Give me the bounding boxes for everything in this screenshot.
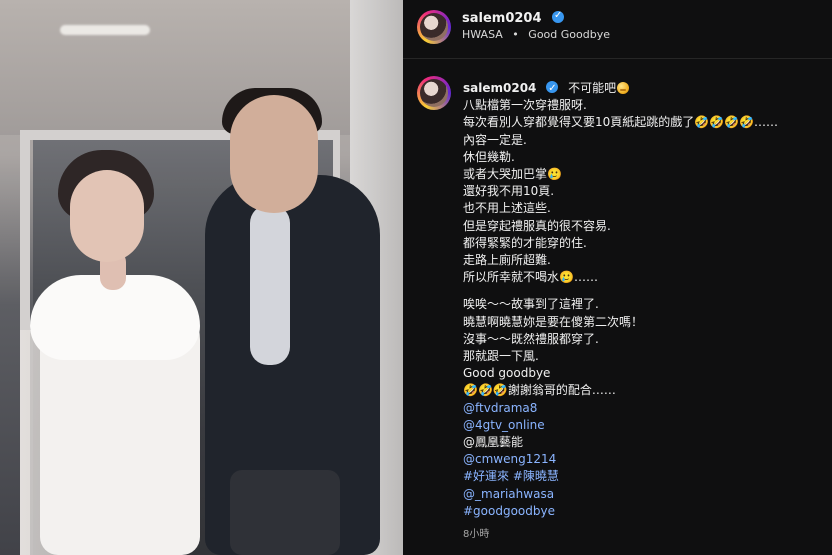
audio-separator: • xyxy=(512,28,519,41)
caption-first-text: 不可能吧 xyxy=(568,81,617,95)
timestamp: 8小時 xyxy=(463,529,490,541)
audio-title[interactable]: Good Goodbye xyxy=(528,28,610,41)
hashtag-link[interactable]: #goodgoodbye xyxy=(463,503,823,520)
hashtag-link[interactable]: #好運來 #陳曉慧 xyxy=(463,468,823,485)
caption-panel: salem0204 HWASA • Good Goodbye salem0204… xyxy=(403,0,832,555)
mention-link[interactable]: @_mariahwasa xyxy=(463,486,823,503)
audio-track[interactable]: HWASA • Good Goodbye xyxy=(462,28,610,41)
caption-line: Good goodbye xyxy=(463,366,551,381)
laughing-emoji-icon xyxy=(617,82,630,94)
caption-line: 沒事～～既然禮服都穿了. xyxy=(463,331,599,346)
verified-icon xyxy=(546,80,559,97)
audio-artist[interactable]: HWASA xyxy=(462,28,503,41)
mention-link[interactable]: @4gtv_online xyxy=(463,417,823,434)
caption-line: 🤣🤣🤣謝謝翁哥的配合…… xyxy=(463,383,616,398)
caption-line: 八點檔第一次穿禮服呀. xyxy=(463,98,587,113)
caption-line: 那就跟一下風. xyxy=(463,349,539,364)
avatar-photo xyxy=(420,13,448,41)
post-photo[interactable] xyxy=(0,0,403,555)
caption: salem0204 不可能吧 八點檔第一次穿禮服呀. 每次看別人穿都覺得又要10… xyxy=(463,80,823,543)
verified-icon xyxy=(552,10,565,23)
photo-overlay xyxy=(0,0,403,555)
caption-line: 所以所幸就不喝水🥲…… xyxy=(463,270,598,285)
mention-link[interactable]: @cmweng1214 xyxy=(463,451,823,468)
header-username[interactable]: salem0204 xyxy=(462,10,565,26)
avatar-photo xyxy=(420,79,448,107)
caption-line: 走路上廁所超難. xyxy=(463,253,551,268)
caption-line: 內容一定是. xyxy=(463,132,527,147)
profile-avatar[interactable] xyxy=(417,10,451,44)
post-avatar[interactable] xyxy=(417,76,451,110)
screen: salem0204 HWASA • Good Goodbye salem0204… xyxy=(0,0,832,555)
post-body: salem0204 不可能吧 八點檔第一次穿禮服呀. 每次看別人穿都覺得又要10… xyxy=(403,58,832,555)
caption-line: 每次看別人穿都覺得又要10頁紙起跳的戲了🤣🤣🤣🤣…… xyxy=(463,115,779,130)
caption-line: 或者大哭加巴掌🥲 xyxy=(463,167,562,182)
post-header: salem0204 HWASA • Good Goodbye xyxy=(403,0,832,59)
mention-link[interactable]: @ftvdrama8 xyxy=(463,400,823,417)
caption-line: 休但幾勒. xyxy=(463,149,515,164)
caption-line: 都得緊緊的才能穿的住. xyxy=(463,235,587,250)
mention-text: @鳳凰藝能 xyxy=(463,435,524,450)
username-text[interactable]: salem0204 xyxy=(462,11,542,26)
caption-username[interactable]: salem0204 xyxy=(463,81,536,95)
caption-gap xyxy=(463,286,823,296)
caption-line: 還好我不用10頁. xyxy=(463,184,555,199)
caption-first-line: salem0204 不可能吧 xyxy=(463,80,823,97)
caption-line: 也不用上述這些. xyxy=(463,201,551,216)
caption-line: 但是穿起禮服真的很不容易. xyxy=(463,218,611,233)
caption-line: 曉慧啊曉慧妳是要在傻第二次嗎！ xyxy=(463,314,644,329)
caption-line: 唉唉～～故事到了這裡了. xyxy=(463,297,599,312)
